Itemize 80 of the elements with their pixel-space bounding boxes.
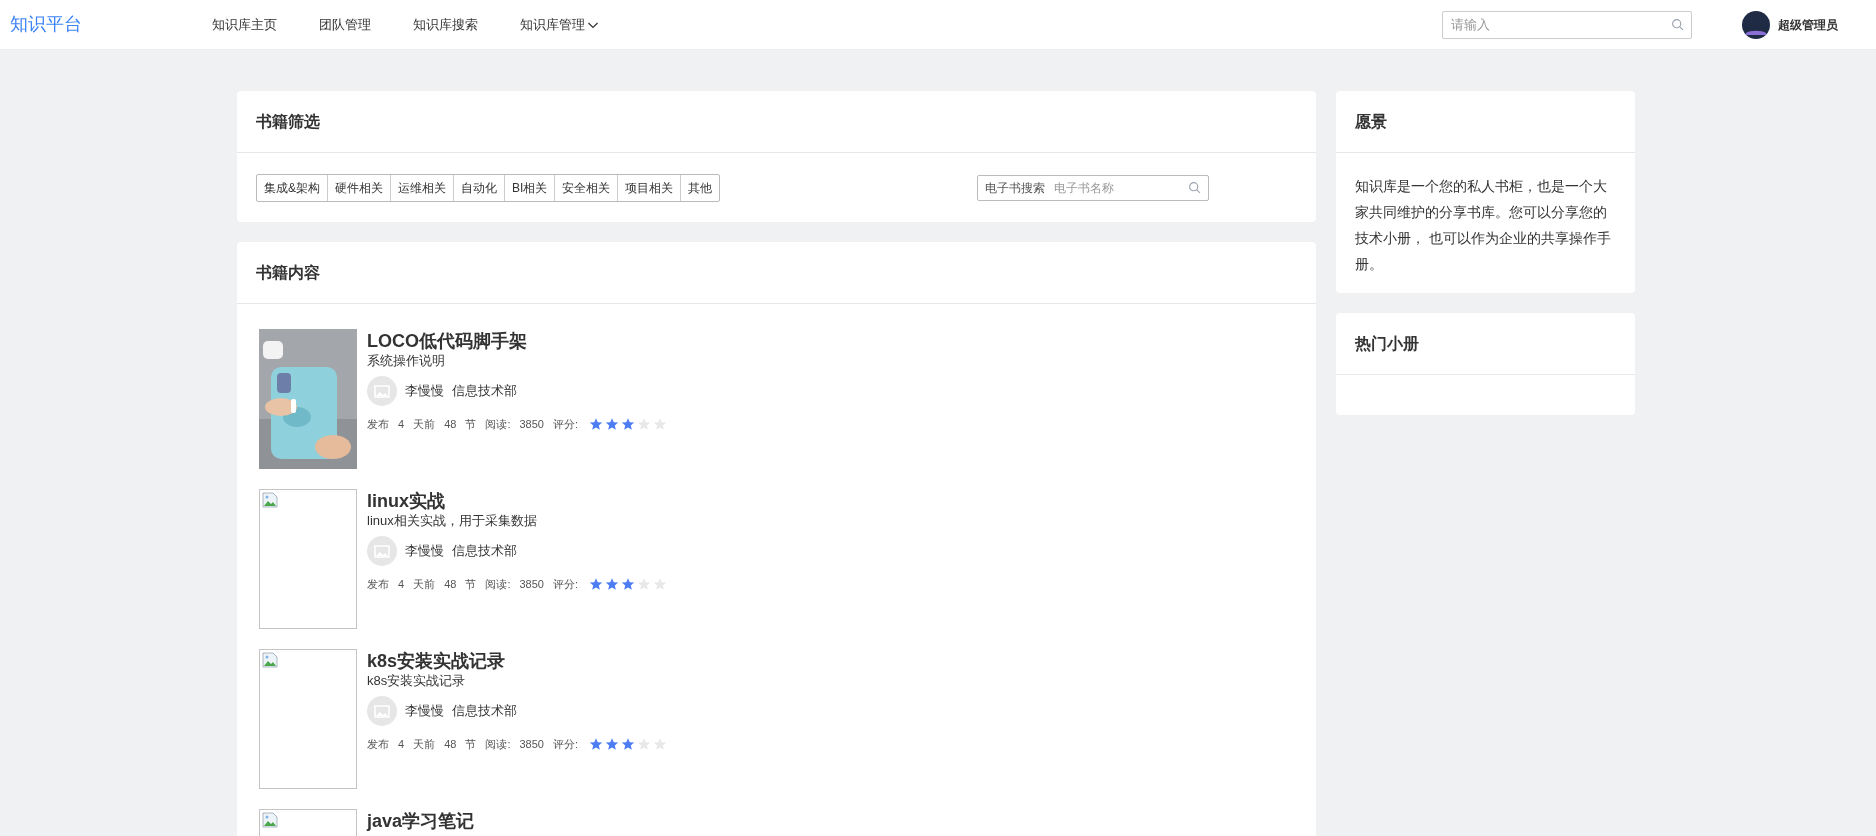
meta-text: 发布 bbox=[367, 577, 389, 592]
book-item[interactable]: linux实战 linux相关实战，用于采集数据 李慢慢 信息技术部 发布 4 天前 48 节 阅读: 3850 评分: bbox=[259, 489, 1294, 629]
meta-text: 发布 bbox=[367, 737, 389, 752]
author-name: 李慢慢 bbox=[405, 542, 444, 561]
book-description: linux相关实战，用于采集数据 bbox=[367, 512, 538, 530]
star-icon bbox=[621, 577, 635, 592]
meta-text: 阅读: bbox=[485, 417, 511, 432]
meta-text: 节 bbox=[465, 417, 477, 432]
meta-text: 评分: bbox=[552, 417, 578, 432]
meta-text: 发布 bbox=[367, 417, 389, 432]
card-title: 愿景 bbox=[1355, 111, 1387, 132]
nav-link[interactable]: 知识库搜索 bbox=[413, 14, 478, 35]
card-title: 书籍筛选 bbox=[256, 111, 320, 132]
card-title: 书籍内容 bbox=[256, 262, 320, 283]
search-icon bbox=[1188, 180, 1201, 194]
book-title[interactable]: k8s安装实战记录 bbox=[367, 650, 667, 672]
broken-image-icon bbox=[262, 812, 278, 828]
meta-text: 3850 bbox=[519, 417, 544, 432]
meta-text: 天前 bbox=[413, 417, 436, 432]
nav-link[interactable]: 知识库管理 bbox=[520, 14, 599, 35]
search-label: 电子书搜索 bbox=[985, 179, 1045, 196]
meta-text: 4 bbox=[398, 577, 405, 592]
author-avatar bbox=[367, 696, 397, 726]
category-button[interactable]: 安全相关 bbox=[554, 174, 618, 201]
meta-text: 阅读: bbox=[485, 577, 511, 592]
meta-text: 评分: bbox=[552, 737, 578, 752]
book-title[interactable]: LOCO低代码脚手架 bbox=[367, 330, 667, 352]
category-button[interactable]: 硬件相关 bbox=[327, 174, 390, 201]
nav-link[interactable]: 团队管理 bbox=[319, 14, 371, 35]
meta-text: 48 bbox=[444, 417, 457, 432]
author-avatar bbox=[367, 536, 397, 566]
category-button[interactable]: BI相关 bbox=[504, 174, 555, 201]
meta-text: 节 bbox=[465, 577, 477, 592]
author-avatar bbox=[367, 376, 397, 406]
category-button[interactable]: 自动化 bbox=[453, 174, 504, 201]
avatar[interactable] bbox=[1742, 10, 1770, 39]
meta-text: 3850 bbox=[519, 737, 544, 752]
meta-text: 阅读: bbox=[485, 737, 511, 752]
meta-text: 4 bbox=[398, 417, 405, 432]
category-button[interactable]: 其他 bbox=[680, 174, 720, 201]
star-icon bbox=[621, 737, 635, 752]
broken-image-icon bbox=[262, 492, 278, 508]
meta-text: 3850 bbox=[519, 577, 544, 592]
meta-text: 评分: bbox=[552, 577, 578, 592]
meta-text: 48 bbox=[444, 737, 457, 752]
star-icon bbox=[605, 737, 619, 752]
book-item[interactable]: LOCO低代码脚手架 系统操作说明 李慢慢 信息技术部 发布 4 天前 48 节 阅读: 3850 评分: bbox=[259, 329, 1294, 469]
star-icon bbox=[605, 417, 619, 432]
category-button[interactable]: 集成&架构 bbox=[257, 174, 327, 201]
book-item[interactable]: k8s安装实战记录 k8s安装实战记录 李慢慢 信息技术部 发布 4 天前 48 节 阅读: 3850 评分: bbox=[259, 649, 1294, 789]
book-description: k8s安装实战记录 bbox=[367, 672, 467, 690]
star-icon bbox=[621, 417, 635, 432]
broken-image-icon bbox=[262, 652, 278, 668]
star-icon bbox=[589, 417, 603, 432]
search-field[interactable]: 请输入 bbox=[1442, 10, 1692, 39]
card-title: 热门小册 bbox=[1355, 333, 1419, 354]
department-name: 信息技术部 bbox=[452, 542, 517, 561]
author-name: 李慢慢 bbox=[405, 702, 444, 721]
meta-text: 天前 bbox=[413, 577, 436, 592]
vision-text: 知识库是一个您的私人书柜，也是一个大家共同维护的分享书库。您可以分享您的技术小册， 也可以作为企业的共享操作手册。 bbox=[1354, 177, 1612, 274]
category-button[interactable]: 运维相关 bbox=[390, 174, 453, 201]
star-icon bbox=[589, 577, 603, 592]
logo-text[interactable]: 知识平台 bbox=[10, 11, 212, 38]
nav-link[interactable]: 知识库主页 bbox=[212, 14, 277, 35]
department-name: 信息技术部 bbox=[452, 702, 517, 721]
star-icon bbox=[605, 577, 619, 592]
search-icon bbox=[1671, 17, 1684, 31]
book-title[interactable]: java学习笔记 bbox=[367, 810, 475, 832]
category-button[interactable]: 项目相关 bbox=[617, 174, 681, 201]
meta-text: 节 bbox=[465, 737, 477, 752]
star-icon bbox=[589, 737, 603, 752]
department-name: 信息技术部 bbox=[452, 382, 517, 401]
book-item[interactable]: java学习笔记 bbox=[259, 809, 1294, 836]
meta-text: 48 bbox=[444, 577, 457, 592]
author-name: 李慢慢 bbox=[405, 382, 444, 401]
book-title[interactable]: linux实战 bbox=[367, 490, 667, 512]
book-description: 系统操作说明 bbox=[367, 352, 446, 370]
meta-text: 天前 bbox=[413, 737, 436, 752]
meta-text: 4 bbox=[398, 737, 405, 752]
user-name[interactable]: 超级管理员 bbox=[1778, 15, 1838, 34]
